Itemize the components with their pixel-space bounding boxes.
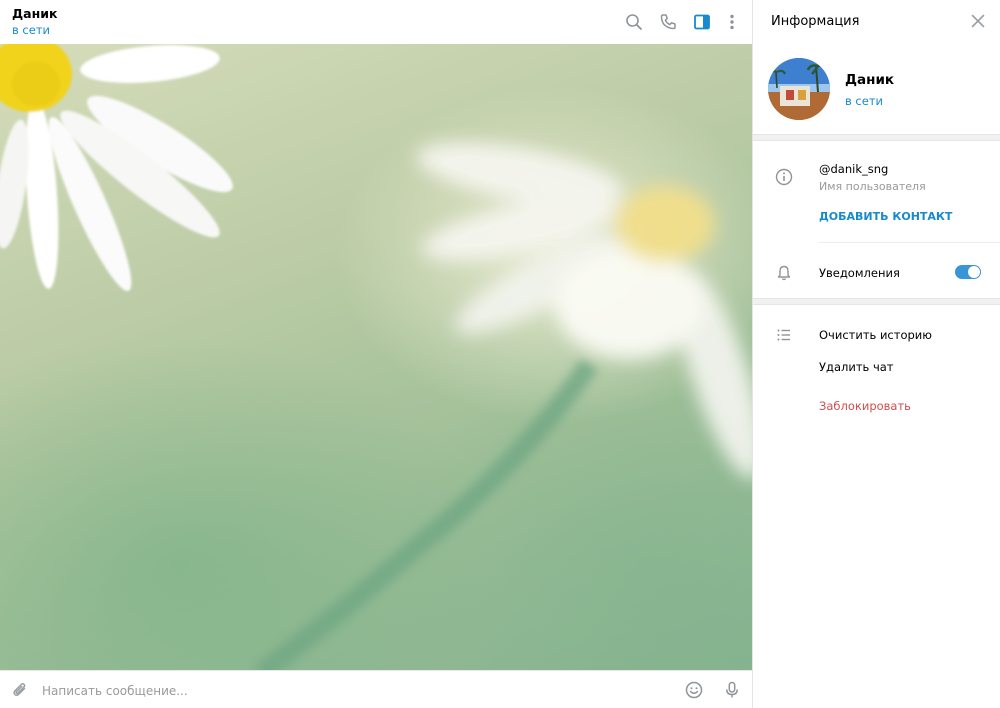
contact-name[interactable]: Даник <box>12 6 57 21</box>
delete-chat-button[interactable]: Удалить чат <box>819 360 894 374</box>
toggle-knob <box>968 266 980 278</box>
bell-icon <box>775 264 793 282</box>
panel-title: Информация <box>771 14 860 29</box>
search-icon[interactable] <box>624 12 644 32</box>
message-composer <box>0 670 752 708</box>
row-divider <box>819 242 1000 243</box>
chat-header: Даник в сети <box>0 0 752 44</box>
chat-area: Даник в сети <box>0 0 752 708</box>
list-icon <box>775 326 793 344</box>
notifications-toggle[interactable] <box>955 265 981 279</box>
microphone-icon[interactable] <box>722 680 742 700</box>
sidebar-panel-icon[interactable] <box>692 12 712 32</box>
notifications-label[interactable]: Уведомления <box>819 266 900 280</box>
clear-history-button[interactable]: Очистить историю <box>819 328 932 342</box>
username-label: Имя пользователя <box>819 180 926 193</box>
close-icon[interactable] <box>969 12 987 30</box>
chamomile-wallpaper-art <box>0 44 752 670</box>
add-contact-button[interactable]: ДОБАВИТЬ КОНТАКТ <box>819 210 952 223</box>
message-input[interactable] <box>40 679 664 703</box>
section-divider <box>753 298 1000 305</box>
info-panel: Информация Даник в сети @danik_sng Имя п… <box>752 0 1000 708</box>
phone-icon[interactable] <box>658 12 678 32</box>
username: @danik_sng <box>819 162 889 176</box>
block-button[interactable]: Заблокировать <box>819 399 911 413</box>
avatar[interactable] <box>768 58 830 120</box>
info-icon <box>775 168 793 186</box>
contact-status: в сети <box>12 23 51 37</box>
profile-status: в сети <box>845 94 884 108</box>
profile-name: Даник <box>845 72 895 88</box>
emoji-icon[interactable] <box>684 680 704 700</box>
more-vertical-icon[interactable] <box>722 12 742 32</box>
chat-wallpaper <box>0 44 752 670</box>
paperclip-icon[interactable] <box>10 680 30 700</box>
section-divider <box>753 134 1000 141</box>
